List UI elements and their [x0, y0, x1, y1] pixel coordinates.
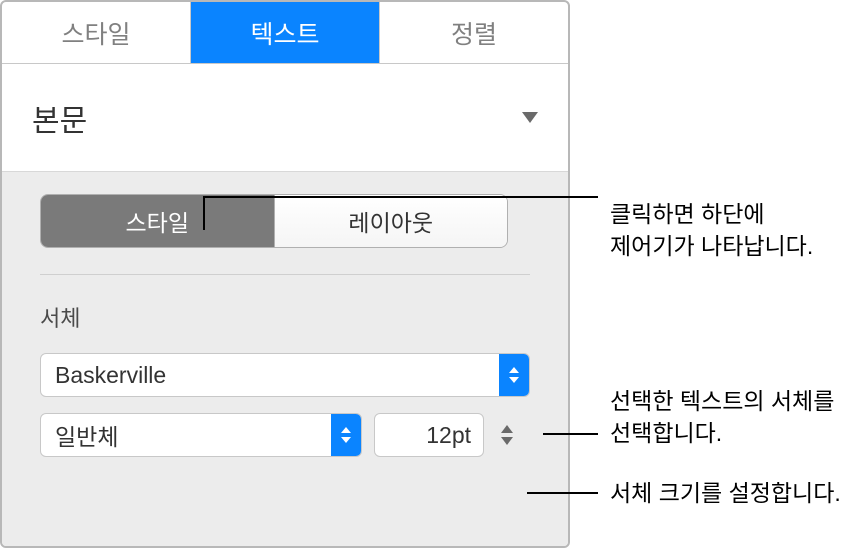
font-family-popup[interactable]: Baskerville: [40, 353, 530, 397]
segment-style-label: 스타일: [126, 204, 189, 238]
tab-arrange-label: 정렬: [451, 15, 497, 51]
callout-text: 선택합니다.: [610, 417, 834, 449]
callout-leader: [203, 196, 205, 230]
stepper-down-icon[interactable]: [501, 437, 513, 445]
font-typeface-value: 일반체: [41, 418, 331, 452]
font-size-value: 12pt: [426, 422, 471, 449]
tab-style[interactable]: 스타일: [2, 2, 191, 63]
top-tabs: 스타일 텍스트 정렬: [2, 2, 568, 64]
font-typeface-popup[interactable]: 일반체: [40, 413, 362, 457]
callout-leader: [543, 433, 598, 435]
paragraph-style-label: 본문: [32, 96, 522, 140]
callout-leader: [527, 492, 598, 494]
arrow-up-icon: [509, 367, 519, 373]
stepper-up-icon[interactable]: [501, 425, 513, 433]
font-size-field[interactable]: 12pt: [374, 413, 484, 457]
paragraph-style-popup[interactable]: 본문: [2, 64, 568, 172]
callout-size: 서체 크기를 설정합니다.: [610, 477, 841, 509]
callout-segmented: 클릭하면 하단에 제어기가 나타납니다.: [610, 198, 813, 262]
callout-text: 서체 크기를 설정합니다.: [610, 480, 841, 506]
font-section-label: 서체: [40, 301, 530, 333]
chevron-down-icon: [522, 112, 538, 123]
arrow-down-icon: [509, 377, 519, 383]
segment-layout[interactable]: 레이아웃: [274, 195, 508, 247]
arrow-down-icon: [341, 437, 351, 443]
segmented-control: 스타일 레이아웃: [40, 194, 508, 248]
tab-text-label: 텍스트: [250, 15, 319, 51]
format-panel: 스타일 텍스트 정렬 본문 스타일 레이아웃 서체 Baskerville: [0, 0, 570, 548]
segment-style[interactable]: 스타일: [41, 195, 274, 247]
font-size-stepper: [496, 413, 518, 457]
callout-text: 선택한 텍스트의 서체를: [610, 385, 834, 417]
tab-style-label: 스타일: [61, 15, 130, 51]
popup-arrows-icon: [499, 354, 529, 396]
divider: [40, 274, 530, 275]
callout-text: 클릭하면 하단에: [610, 198, 813, 230]
tab-text[interactable]: 텍스트: [191, 2, 380, 63]
tab-arrange[interactable]: 정렬: [380, 2, 568, 63]
font-row-2: 일반체 12pt: [40, 413, 530, 457]
content-area: 스타일 레이아웃 서체 Baskerville 일반체: [2, 172, 568, 546]
callout-text: 제어기가 나타납니다.: [610, 230, 813, 262]
font-family-value: Baskerville: [41, 362, 499, 389]
segment-layout-label: 레이아웃: [348, 204, 433, 238]
popup-arrows-icon: [331, 414, 361, 456]
callout-leader: [203, 196, 598, 198]
arrow-up-icon: [341, 427, 351, 433]
callout-font: 선택한 텍스트의 서체를 선택합니다.: [610, 385, 834, 449]
